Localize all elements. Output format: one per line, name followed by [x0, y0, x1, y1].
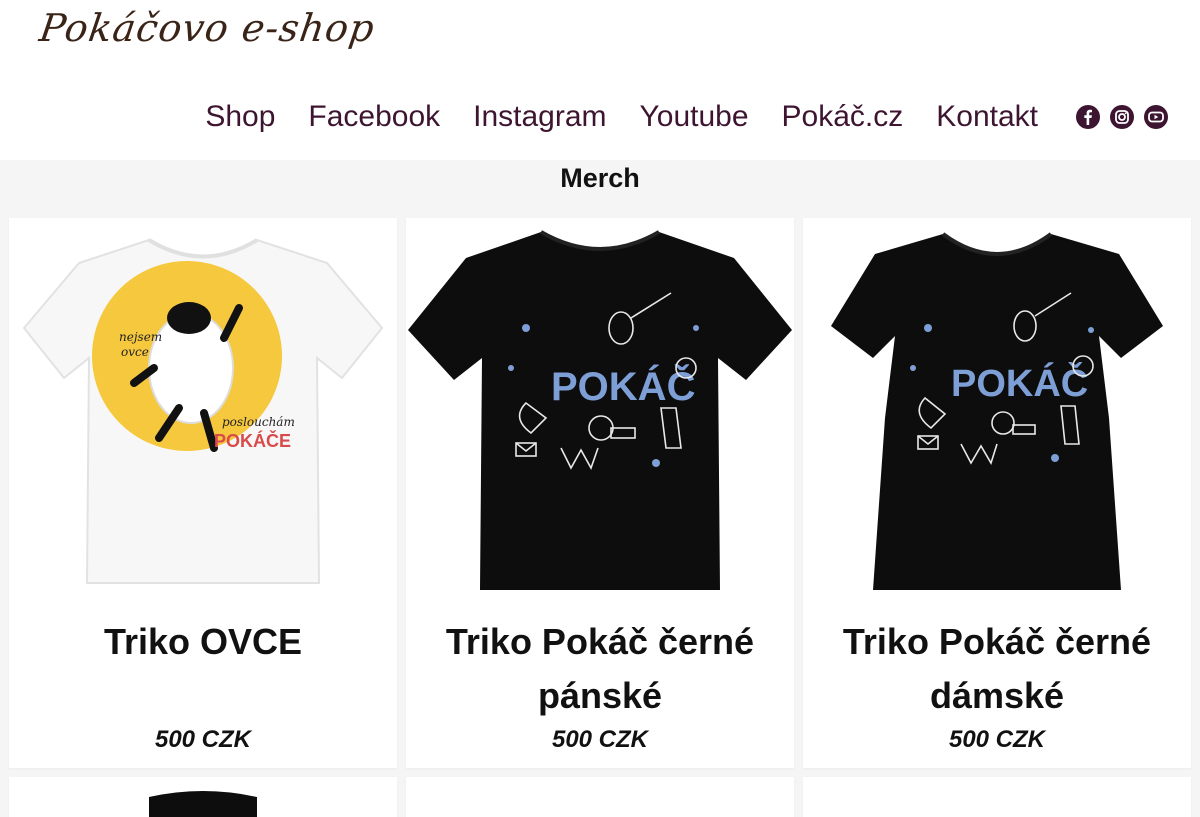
product-grid: nejsem ovce poslouchám POKÁČE Triko OVCE… — [9, 218, 1191, 817]
social-links — [1066, 105, 1168, 129]
nav-kontakt[interactable]: Kontakt — [936, 100, 1038, 134]
product-card-triko-pokac-damske[interactable]: POKÁČ Triko Pokáč černé dámské 500 CZK — [803, 218, 1191, 768]
white-tshirt-image: nejsem ovce poslouchám POKÁČE — [22, 238, 384, 584]
product-image-triko-pokac-damske[interactable]: POKÁČ — [803, 218, 1191, 606]
facebook-icon[interactable] — [1076, 105, 1100, 129]
partial-product-image — [149, 791, 257, 817]
nav-facebook[interactable]: Facebook — [308, 100, 440, 134]
youtube-icon[interactable] — [1144, 105, 1168, 129]
print-text-pokac: POKÁČ — [551, 363, 695, 409]
print-text-posloucham: poslouchám — [222, 415, 295, 429]
main-nav: Shop Facebook Instagram Youtube Pokáč.cz… — [172, 100, 1168, 134]
product-card-partial[interactable] — [9, 777, 397, 817]
black-womens-tshirt-image: POKÁČ — [831, 232, 1163, 590]
product-name[interactable]: Triko OVCE — [19, 615, 387, 669]
black-mens-tshirt-image: POKÁČ — [408, 230, 792, 590]
section-title: Merch — [560, 163, 640, 193]
nav-pokac-cz[interactable]: Pokáč.cz — [782, 100, 904, 134]
product-image-triko-pokac-panske[interactable]: POKÁČ — [406, 218, 794, 606]
print-text-ovce: ovce — [121, 345, 149, 359]
nav-shop[interactable]: Shop — [205, 100, 275, 134]
nav-instagram[interactable]: Instagram — [473, 100, 606, 134]
nav-youtube[interactable]: Youtube — [640, 100, 749, 134]
product-card-partial[interactable] — [406, 777, 794, 817]
print-text-nejsem: nejsem — [119, 330, 162, 344]
product-card-partial[interactable] — [803, 777, 1191, 817]
product-name[interactable]: Triko Pokáč černé pánské — [416, 615, 784, 723]
product-price: 500 CZK — [948, 726, 1046, 753]
site-header: Pokáčovo e-shop Shop Facebook Instagram … — [0, 0, 1200, 160]
product-card-triko-pokac-panske[interactable]: POKÁČ Triko Pokáč černé pánské 500 CZK — [406, 218, 794, 768]
product-card-triko-ovce[interactable]: nejsem ovce poslouchám POKÁČE Triko OVCE… — [9, 218, 397, 768]
product-price: 500 CZK — [551, 726, 649, 753]
instagram-icon[interactable] — [1110, 105, 1134, 129]
print-text-pokac: POKÁČ — [951, 360, 1088, 405]
product-name[interactable]: Triko Pokáč černé dámské — [813, 615, 1181, 723]
product-price: 500 CZK — [154, 726, 252, 753]
print-text-pokace: POKÁČE — [214, 430, 291, 451]
product-image-triko-ovce[interactable]: nejsem ovce poslouchám POKÁČE — [9, 218, 397, 606]
site-logo[interactable]: Pokáčovo e-shop — [37, 6, 378, 50]
